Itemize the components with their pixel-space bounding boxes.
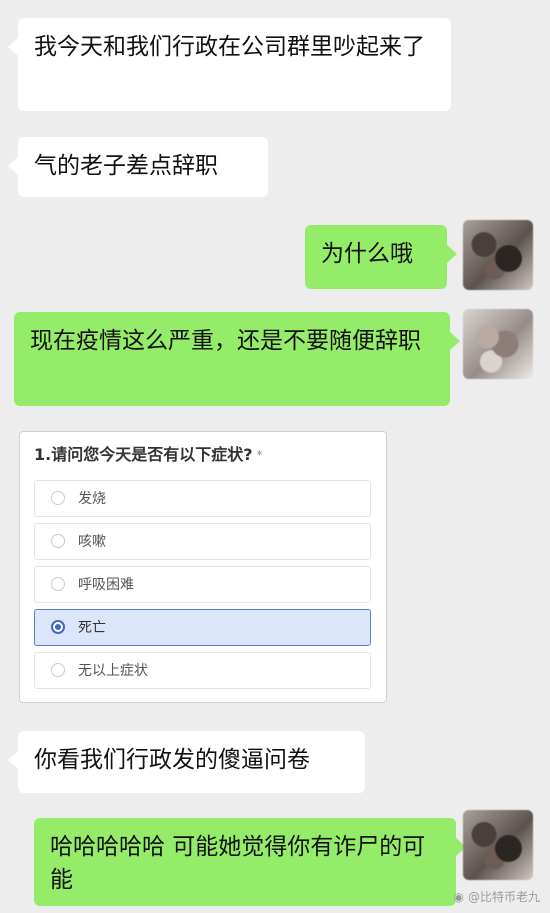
radio-icon[interactable] [51, 491, 65, 505]
message-text: 为什么哦 [321, 241, 413, 267]
radio-icon[interactable] [51, 577, 65, 591]
message-text: 现在疫情这么严重，还是不要随便辞职 [30, 328, 421, 354]
outgoing-message[interactable]: 现在疫情这么严重，还是不要随便辞职 [14, 312, 460, 406]
message-text: 我今天和我们行政在公司群里吵起来了 [34, 34, 425, 60]
survey-option-label: 发烧 [78, 491, 106, 507]
survey-option-label: 咳嗽 [78, 534, 106, 550]
survey-option-selected[interactable]: 死亡 [34, 609, 371, 646]
avatar[interactable] [463, 309, 533, 379]
survey-question: 1.请问您今天是否有以下症状? * [34, 445, 263, 465]
survey-option[interactable]: 咳嗽 [34, 523, 371, 560]
survey-option-label: 无以上症状 [78, 663, 148, 679]
survey-option[interactable]: 发烧 [34, 480, 371, 517]
outgoing-message[interactable]: 哈哈哈哈哈 可能她觉得你有诈尸的可能 [34, 818, 466, 906]
outgoing-message[interactable]: 为什么哦 [305, 225, 457, 289]
survey-option-label: 死亡 [78, 620, 106, 636]
message-text: 哈哈哈哈哈 可能她觉得你有诈尸的可能 [50, 834, 426, 893]
required-mark: * [256, 448, 263, 462]
incoming-message[interactable]: 气的老子差点辞职 [8, 137, 268, 197]
avatar[interactable] [463, 810, 533, 880]
incoming-message[interactable]: 我今天和我们行政在公司群里吵起来了 [8, 18, 451, 111]
message-text: 气的老子差点辞职 [34, 153, 218, 179]
incoming-message[interactable]: 你看我们行政发的傻逼问卷 [8, 731, 365, 793]
survey-option[interactable]: 呼吸困难 [34, 566, 371, 603]
radio-icon[interactable] [51, 663, 65, 677]
message-text: 你看我们行政发的傻逼问卷 [34, 747, 310, 773]
survey-option-label: 呼吸困难 [78, 577, 134, 593]
chat-screenshot: 我今天和我们行政在公司群里吵起来了 气的老子差点辞职 为什么哦 现在疫情这么严重… [0, 0, 550, 913]
watermark: ◉ @比特币老九 [454, 888, 541, 905]
survey-question-text: 1.请问您今天是否有以下症状? [34, 445, 253, 464]
watermark-text: @比特币老九 [467, 890, 540, 904]
survey-card: 1.请问您今天是否有以下症状? * 发烧 咳嗽 呼吸困难 死亡 无以上症状 [19, 431, 387, 703]
survey-option[interactable]: 无以上症状 [34, 652, 371, 689]
radio-checked-icon[interactable] [51, 620, 65, 634]
avatar[interactable] [463, 220, 533, 290]
weibo-icon: ◉ [453, 890, 464, 904]
radio-icon[interactable] [51, 534, 65, 548]
